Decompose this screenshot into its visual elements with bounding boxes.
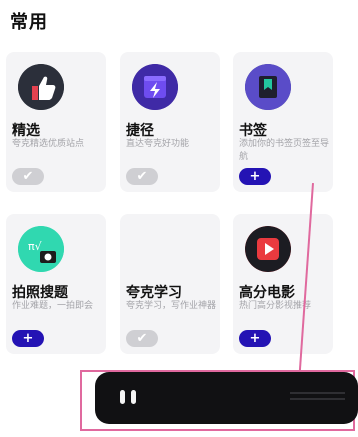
added-check-button[interactable]: ✔ <box>126 330 158 347</box>
card-description: 夸克精选优质站点 <box>12 139 85 149</box>
svg-text:π√: π√ <box>28 240 43 253</box>
card-name: 书签 <box>239 123 267 139</box>
added-check-button[interactable]: ✔ <box>126 168 158 185</box>
card-kuake-xuexi[interactable]: 夸克学习 夸克学习，写作业神器 ✔ <box>120 214 220 354</box>
card-description: 直达夸克好功能 <box>126 139 190 149</box>
camera-math-icon: π√ <box>18 226 64 272</box>
section-title: 常用 <box>10 12 48 33</box>
card-name: 精选 <box>12 123 40 139</box>
bookmark-icon <box>245 64 291 110</box>
card-name: 高分电影 <box>239 285 295 301</box>
card-name: 捷径 <box>126 123 154 139</box>
added-check-button[interactable]: ✔ <box>12 168 44 185</box>
study-icon <box>132 226 178 272</box>
lightning-icon <box>132 64 178 110</box>
card-description: 作业难题，一拍即会 <box>12 301 94 311</box>
add-button[interactable]: + <box>239 330 271 347</box>
thumbs-up-icon <box>18 64 64 110</box>
card-description: 热门高分影视推荐 <box>239 301 312 311</box>
bottom-dark-bar[interactable] <box>95 372 358 424</box>
add-button[interactable]: + <box>239 168 271 185</box>
card-jingxuan[interactable]: 精选 夸克精选优质站点 ✔ <box>6 52 106 192</box>
add-button[interactable]: + <box>12 330 44 347</box>
pause-icon <box>131 390 136 404</box>
card-shuqian[interactable]: 书签 添加你的书签页签至导航 + <box>233 52 333 192</box>
card-gaofen-dianying[interactable]: 高分电影 热门高分影视推荐 + <box>233 214 333 354</box>
card-description: 添加你的书签页签至导航 <box>239 139 330 162</box>
menu-lines-icon <box>290 392 345 400</box>
movie-play-icon <box>245 226 291 272</box>
pause-icon <box>120 390 125 404</box>
card-name: 拍照搜题 <box>12 285 68 301</box>
card-jiejing[interactable]: 捷径 直达夸克好功能 ✔ <box>120 52 220 192</box>
card-name: 夸克学习 <box>126 285 182 301</box>
card-description: 夸克学习，写作业神器 <box>126 301 217 311</box>
card-paizhao-souti[interactable]: π√ 拍照搜题 作业难题，一拍即会 + <box>6 214 106 354</box>
